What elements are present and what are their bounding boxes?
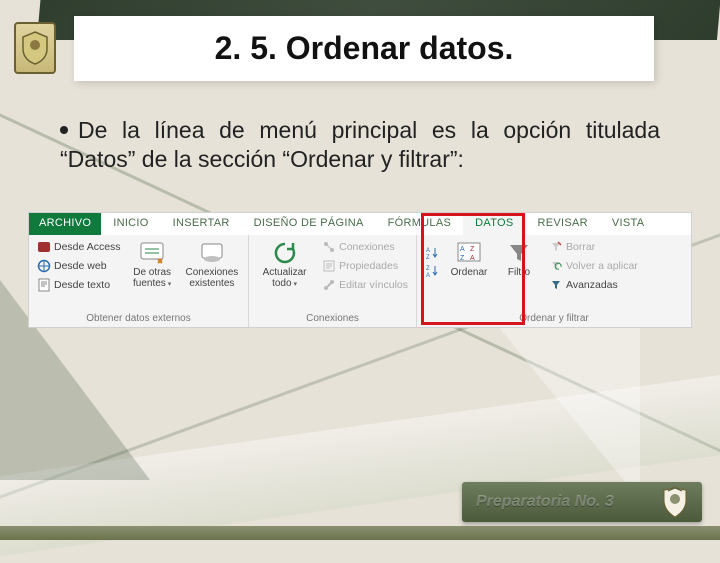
svg-text:A: A bbox=[460, 246, 465, 253]
school-crest-icon bbox=[14, 22, 56, 74]
footer-base-strip bbox=[0, 526, 720, 540]
text-file-icon bbox=[37, 278, 51, 292]
tab-formulas[interactable]: FÓRMULAS bbox=[376, 213, 464, 235]
web-icon bbox=[37, 259, 51, 273]
btn-actualizar-todo[interactable]: Actualizar todo ▾ bbox=[255, 239, 314, 289]
btn-volver-aplicar[interactable]: Volver a aplicar bbox=[547, 258, 640, 274]
group-label: Conexiones bbox=[255, 311, 410, 327]
tab-diseno-pagina[interactable]: DISEÑO DE PÁGINA bbox=[242, 213, 376, 235]
btn-desde-texto[interactable]: Desde texto bbox=[35, 277, 123, 293]
slide-title: 2. 5. Ordenar datos. bbox=[98, 30, 630, 67]
svg-text:Z: Z bbox=[426, 255, 430, 260]
btn-filtro[interactable]: Filtro bbox=[497, 239, 541, 279]
svg-text:A: A bbox=[426, 273, 430, 278]
group-ordenar-filtrar: AZ ZA AZZA Ordenar Filtro bbox=[417, 235, 691, 327]
svg-text:Z: Z bbox=[470, 246, 475, 253]
connections-icon bbox=[322, 240, 336, 254]
btn-desde-web[interactable]: Desde web bbox=[35, 258, 123, 274]
tab-revisar[interactable]: REVISAR bbox=[526, 213, 600, 235]
group-conexiones: Actualizar todo ▾ Conexiones Propiedades… bbox=[249, 235, 417, 327]
body-text: De la línea de menú principal es la opci… bbox=[60, 117, 660, 172]
advanced-filter-icon bbox=[549, 278, 563, 292]
btn-conexiones-existentes[interactable]: Conexiones existentes bbox=[182, 239, 242, 289]
svg-text:Z: Z bbox=[426, 266, 430, 272]
sort-dialog-icon: AZZA bbox=[455, 239, 483, 267]
group-label: Obtener datos externos bbox=[35, 311, 242, 327]
svg-text:A: A bbox=[470, 255, 475, 262]
excel-ribbon-screenshot: ARCHIVO INICIO INSERTAR DISEÑO DE PÁGINA… bbox=[28, 212, 692, 328]
group-label: Ordenar y filtrar bbox=[423, 311, 685, 327]
footer-emblem-icon bbox=[658, 485, 692, 519]
properties-icon bbox=[322, 259, 336, 273]
tab-archivo[interactable]: ARCHIVO bbox=[29, 213, 101, 235]
btn-conexiones[interactable]: Conexiones bbox=[320, 239, 410, 255]
footer-bar: Preparatoria No. 3 bbox=[462, 482, 702, 522]
svg-text:Z: Z bbox=[460, 255, 465, 262]
tab-vista[interactable]: VISTA bbox=[600, 213, 656, 235]
btn-desde-access[interactable]: Desde Access bbox=[35, 239, 123, 255]
edit-links-icon bbox=[322, 278, 336, 292]
ribbon-tab-strip: ARCHIVO INICIO INSERTAR DISEÑO DE PÁGINA… bbox=[29, 213, 691, 235]
access-icon bbox=[37, 240, 51, 254]
ribbon-body: Desde Access Desde web Desde texto De ot… bbox=[29, 235, 691, 327]
footer-text: Preparatoria No. 3 bbox=[476, 493, 614, 511]
btn-de-otras-fuentes[interactable]: De otras fuentes ▾ bbox=[129, 239, 176, 289]
filter-icon bbox=[505, 239, 533, 267]
tab-inicio[interactable]: INICIO bbox=[101, 213, 160, 235]
refresh-icon bbox=[271, 239, 299, 267]
btn-editar-vinculos[interactable]: Editar vínculos bbox=[320, 277, 410, 293]
svg-text:A: A bbox=[426, 248, 430, 254]
sort-za-icon: ZA bbox=[425, 264, 439, 278]
btn-borrar[interactable]: Borrar bbox=[547, 239, 640, 255]
btn-ordenar[interactable]: AZZA Ordenar bbox=[447, 239, 491, 279]
sort-az-icon: AZ bbox=[425, 246, 439, 260]
clear-icon bbox=[549, 240, 563, 254]
slide-body: De la línea de menú principal es la opci… bbox=[60, 116, 660, 174]
reapply-icon bbox=[549, 259, 563, 273]
tab-datos[interactable]: DATOS bbox=[463, 213, 525, 235]
other-sources-icon bbox=[138, 239, 166, 267]
btn-sort-za[interactable]: ZA bbox=[423, 263, 441, 279]
tab-insertar[interactable]: INSERTAR bbox=[161, 213, 242, 235]
btn-sort-az[interactable]: AZ bbox=[423, 245, 441, 261]
btn-propiedades[interactable]: Propiedades bbox=[320, 258, 410, 274]
existing-connections-icon bbox=[198, 239, 226, 267]
bullet-icon bbox=[60, 126, 68, 134]
btn-avanzadas[interactable]: Avanzadas bbox=[547, 277, 640, 293]
group-obtener-datos-externos: Desde Access Desde web Desde texto De ot… bbox=[29, 235, 249, 327]
slide-title-box: 2. 5. Ordenar datos. bbox=[74, 16, 654, 81]
